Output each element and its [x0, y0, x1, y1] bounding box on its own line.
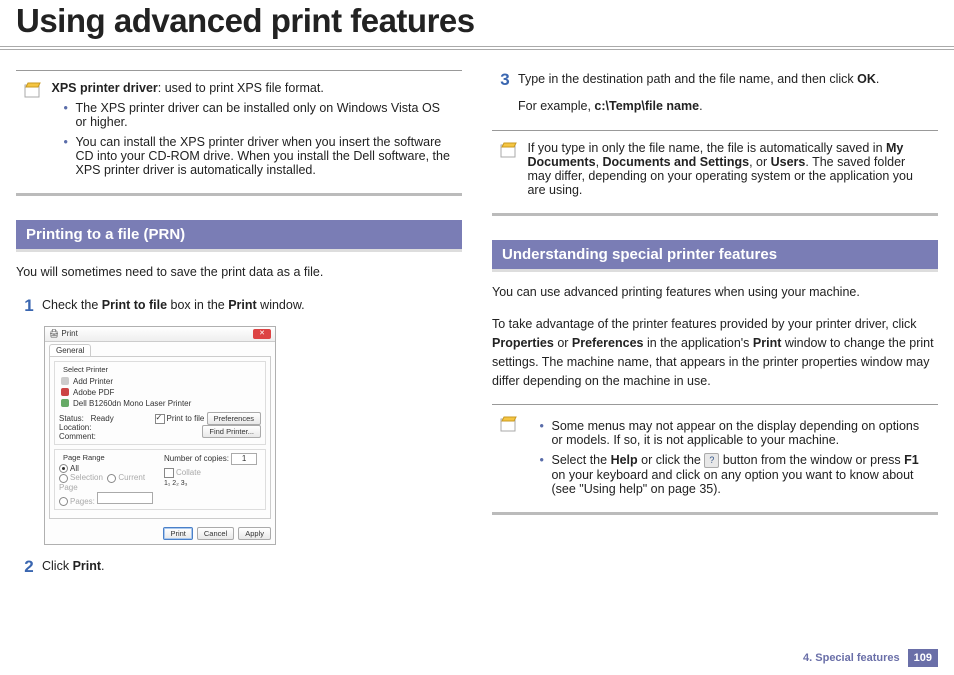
right-column: 3 Type in the destination path and the f… — [492, 70, 938, 587]
footer-page-number: 109 — [908, 649, 938, 667]
help-icon: ? — [704, 453, 719, 468]
footer-chapter: 4. Special features — [803, 652, 900, 664]
close-icon: ✕ — [253, 329, 271, 339]
step-1-text: Check the Print to file box in the Print… — [42, 296, 462, 315]
step-2-text: Click Print. — [42, 557, 462, 576]
note-menus: Some menus may not appear on the display… — [492, 404, 938, 515]
note-xps-lead: XPS printer driver: used to print XPS fi… — [51, 81, 451, 95]
step-number: 3 — [492, 70, 518, 90]
page-footer: 4. Special features 109 — [803, 649, 938, 667]
note-menus-bullet: Some menus may not appear on the display… — [539, 419, 927, 447]
step-1: 1 Check the Print to file box in the Pri… — [16, 296, 462, 316]
section-header-special: Understanding special printer features — [492, 240, 938, 269]
step-number: 2 — [16, 557, 42, 577]
special-para-1: You can use advanced printing features w… — [492, 283, 938, 302]
note-xps-bullet: You can install the XPS printer driver w… — [63, 135, 451, 177]
left-column: XPS printer driver: used to print XPS fi… — [16, 70, 462, 587]
prn-intro: You will sometimes need to save the prin… — [16, 263, 462, 282]
note-filename: If you type in only the file name, the f… — [492, 130, 938, 216]
pencil-note-icon — [24, 81, 42, 99]
special-para-2: To take advantage of the printer feature… — [492, 315, 938, 390]
section-header-prn: Printing to a file (PRN) — [16, 220, 462, 249]
page-title: Using advanced print features — [0, 0, 954, 50]
step-3: 3 Type in the destination path and the f… — [492, 70, 938, 116]
note-xps-bullet: The XPS printer driver can be installed … — [63, 101, 451, 129]
step-3-text: Type in the destination path and the fil… — [518, 70, 938, 116]
note-xps: XPS printer driver: used to print XPS fi… — [16, 70, 462, 196]
note-filename-text: If you type in only the file name, the f… — [527, 141, 927, 197]
note-help-bullet: Select the Help or click the ? button fr… — [539, 453, 927, 496]
pencil-note-icon — [500, 415, 518, 433]
step-number: 1 — [16, 296, 42, 316]
print-dialog-screenshot: 🖨 Print ✕ General Select Printer Add Pri… — [44, 326, 276, 545]
step-2: 2 Click Print. — [16, 557, 462, 577]
pencil-note-icon — [500, 141, 518, 159]
